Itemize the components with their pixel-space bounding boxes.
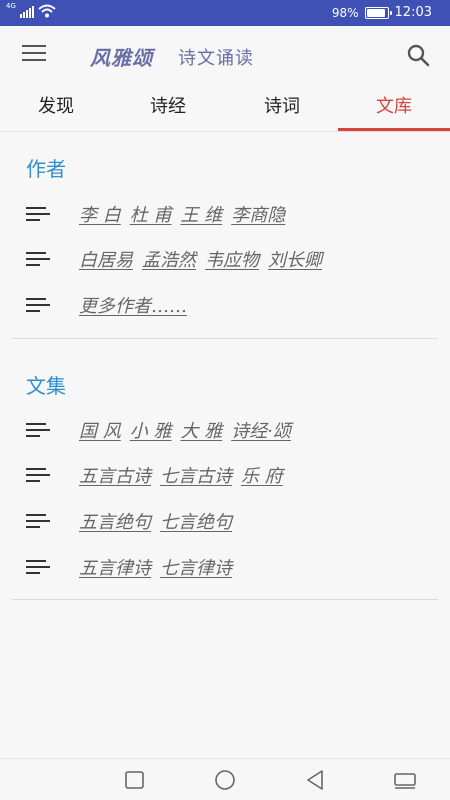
link-author-wei-yingwu[interactable]: 韦应物: [205, 246, 259, 272]
section-divider: [12, 599, 438, 600]
list-row: 五言绝句 七言绝句: [26, 506, 232, 536]
link-author-meng-haoran[interactable]: 孟浩然: [142, 246, 196, 272]
active-tab-indicator: [338, 128, 450, 131]
link-author-bai-juyi[interactable]: 白居易: [79, 246, 133, 272]
sort-lines-icon: [26, 468, 52, 482]
sort-lines-icon: [26, 514, 52, 528]
list-row: 李 白 杜 甫 王 维 李商隐: [26, 199, 285, 229]
tab-shici[interactable]: 诗词: [226, 84, 338, 132]
link-guofeng[interactable]: 国 风: [79, 417, 121, 443]
link-seven-char-quatrain[interactable]: 七言绝句: [160, 508, 232, 534]
link-five-char-quatrain[interactable]: 五言绝句: [79, 508, 151, 534]
link-five-char-ancient[interactable]: 五言古诗: [79, 462, 151, 488]
list-row: 五言律诗 七言律诗: [26, 552, 232, 582]
battery-icon: [364, 6, 392, 19]
status-left: 4G: [6, 2, 56, 18]
row-links: 五言绝句 七言绝句: [79, 508, 232, 534]
back-icon[interactable]: [302, 767, 328, 793]
row-links: 白居易 孟浩然 韦应物 刘长卿: [79, 246, 322, 272]
sort-lines-icon: [26, 252, 52, 266]
link-daya[interactable]: 大 雅: [180, 417, 222, 443]
status-bar: 4G 98% 12:03: [0, 0, 450, 26]
link-author-wang-wei[interactable]: 王 维: [180, 201, 222, 227]
battery-fill: [366, 8, 386, 17]
search-icon[interactable]: [406, 43, 430, 67]
section-divider: [12, 338, 438, 339]
battery-percent: 98%: [331, 5, 359, 20]
list-row: 更多作者……: [26, 290, 187, 320]
link-more-authors[interactable]: 更多作者……: [79, 292, 187, 318]
tab-shijing[interactable]: 诗经: [112, 84, 224, 132]
home-icon[interactable]: [212, 767, 238, 793]
list-row: 国 风 小 雅 大 雅 诗经·颂: [26, 415, 291, 445]
clock: 12:03: [394, 5, 432, 20]
status-right: 98% 12:03: [332, 5, 432, 20]
notification-shade-icon[interactable]: [392, 767, 418, 793]
sort-lines-icon: [26, 207, 52, 221]
link-author-li-shangyin[interactable]: 李商隐: [231, 201, 285, 227]
signal-strength-icon: [19, 4, 34, 18]
section-title-authors: 作者: [26, 157, 66, 181]
row-links: 国 风 小 雅 大 雅 诗经·颂: [79, 417, 291, 443]
tab-discover[interactable]: 发现: [0, 84, 112, 132]
sort-lines-icon: [26, 423, 52, 437]
hamburger-menu-icon[interactable]: [22, 45, 48, 65]
link-seven-char-ancient[interactable]: 七言古诗: [160, 462, 232, 488]
wifi-icon: [38, 4, 56, 18]
link-yuefu[interactable]: 乐 府: [241, 462, 283, 488]
list-row: 五言古诗 七言古诗 乐 府: [26, 460, 283, 490]
row-links: 更多作者……: [79, 292, 187, 318]
row-links: 李 白 杜 甫 王 维 李商隐: [79, 201, 285, 227]
system-nav-bar: [0, 758, 450, 800]
row-links: 五言律诗 七言律诗: [79, 554, 232, 580]
sort-lines-icon: [26, 298, 52, 312]
section-title-collections: 文集: [26, 374, 66, 398]
link-author-li-bai[interactable]: 李 白: [79, 201, 121, 227]
recent-apps-icon[interactable]: [122, 767, 148, 793]
link-seven-char-regulated[interactable]: 七言律诗: [160, 554, 232, 580]
link-five-char-regulated[interactable]: 五言律诗: [79, 554, 151, 580]
tab-bar: 发现 诗经 诗词 文库: [0, 84, 450, 132]
link-author-du-fu[interactable]: 杜 甫: [130, 201, 172, 227]
list-row: 白居易 孟浩然 韦应物 刘长卿: [26, 244, 322, 274]
sort-lines-icon: [26, 560, 52, 574]
app-title: 风雅颂: [90, 46, 153, 70]
link-xiaoya[interactable]: 小 雅: [130, 417, 172, 443]
row-links: 五言古诗 七言古诗 乐 府: [79, 462, 283, 488]
app-subtitle: 诗文诵读: [178, 48, 254, 69]
link-shijing-song[interactable]: 诗经·颂: [231, 417, 291, 443]
tab-library[interactable]: 文库: [338, 84, 450, 132]
link-author-liu-changqing[interactable]: 刘长卿: [268, 246, 322, 272]
network-type: 4G: [6, 2, 16, 10]
app-bar: 风雅颂 诗文诵读: [0, 26, 450, 84]
